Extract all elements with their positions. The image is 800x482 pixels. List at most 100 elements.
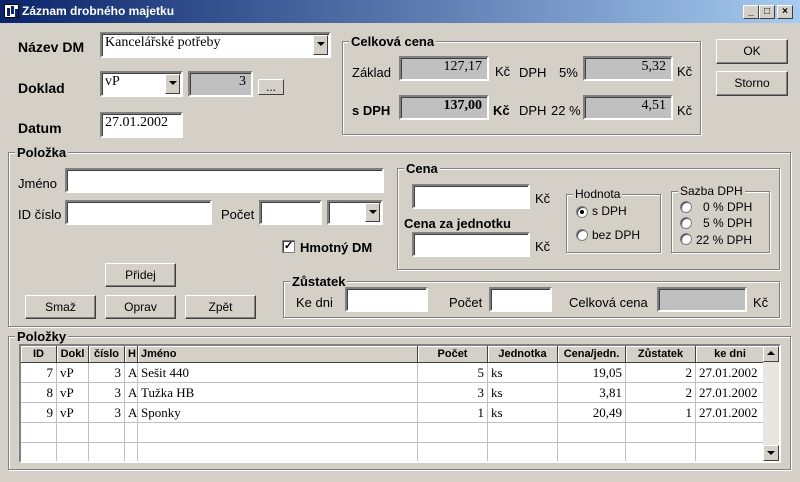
nazev-value: Kancelářské potřeby [105, 35, 221, 50]
table-cell [125, 423, 138, 443]
hodnota-bezdph-radio[interactable] [576, 229, 588, 241]
sazba-5-label: 5 % DPH [703, 216, 753, 230]
hodnota-sdph-label: s DPH [592, 204, 627, 218]
zpet-button[interactable]: Zpět [185, 295, 256, 319]
table-scrollbar[interactable] [763, 346, 779, 461]
sdph-currency: Kč [493, 103, 510, 118]
dph5-field: 5,32 [583, 56, 673, 81]
hmotny-label: Hmotný DM [300, 240, 373, 255]
pocet-field[interactable] [259, 200, 322, 225]
table-cell: A [125, 403, 138, 423]
id-label: ID číslo [18, 207, 62, 222]
table-cell: ks [488, 383, 558, 403]
column-header[interactable]: Dokl [57, 346, 89, 363]
cena-unit-label: Cena za jednotku [404, 216, 511, 231]
doklad-browse-button[interactable]: ... [258, 79, 284, 95]
table-cell [21, 443, 57, 461]
title-bar[interactable]: Záznam drobného majetku _ □ × [0, 0, 800, 23]
table-cell: 3 [89, 383, 125, 403]
table-cell [418, 423, 488, 443]
table-cell: 5 [418, 363, 488, 383]
hodnota-group: Hodnota [566, 187, 661, 253]
pridej-button[interactable]: Přidej [105, 263, 176, 287]
scroll-down-icon[interactable] [763, 445, 779, 461]
column-header[interactable]: Jednotka [488, 346, 558, 363]
table-cell [138, 423, 418, 443]
zustatek-pocet-field[interactable] [489, 287, 552, 312]
smaz-button[interactable]: Smaž [25, 295, 96, 319]
zaklad-currency: Kč [495, 64, 511, 79]
maximize-button[interactable]: □ [759, 5, 775, 19]
table-cell: 2 [626, 383, 696, 403]
items-table-group-label: Položky [15, 329, 69, 344]
sazba-0-radio[interactable] [680, 201, 692, 213]
table-cell: 27.01.2002 [696, 363, 765, 383]
table-cell: Sponky [138, 403, 418, 423]
close-button[interactable]: × [777, 5, 793, 19]
jmeno-field[interactable] [65, 168, 384, 193]
sdph-label: s DPH [352, 103, 391, 118]
sdph-field: 137,00 [399, 95, 489, 120]
table-cell: 8 [21, 383, 57, 403]
doklad-select[interactable]: vP [100, 71, 183, 97]
dph22-currency: Kč [677, 103, 693, 118]
table-cell: 1 [626, 403, 696, 423]
jmeno-label: Jméno [18, 176, 58, 191]
table-cell: 19,05 [558, 363, 626, 383]
chevron-down-icon[interactable] [165, 74, 180, 94]
column-header[interactable]: Počet [418, 346, 488, 363]
cena-field[interactable] [412, 184, 530, 209]
cena-unit-currency: Kč [535, 239, 551, 254]
app-icon [4, 4, 19, 18]
column-header[interactable]: Cena/jedn. [558, 346, 626, 363]
total-price-group-label: Celková cena [349, 34, 437, 49]
celkova-label: Celková cena [569, 295, 648, 310]
column-header[interactable]: H [125, 346, 138, 363]
column-header[interactable]: ID [21, 346, 57, 363]
datum-field[interactable]: 27.01.2002 [100, 112, 183, 138]
ke-dni-field[interactable] [345, 287, 428, 312]
zaklad-label: Základ [352, 65, 392, 80]
id-field[interactable] [65, 200, 212, 225]
hmotny-checkbox[interactable]: ✓ [282, 240, 295, 253]
hodnota-sdph-radio[interactable] [576, 206, 588, 218]
chevron-down-icon[interactable] [313, 35, 328, 55]
table-cell: 27.01.2002 [696, 383, 765, 403]
table-cell: 1 [418, 403, 488, 423]
minimize-button[interactable]: _ [743, 5, 759, 19]
table-cell [488, 443, 558, 461]
unit-select[interactable] [327, 200, 383, 225]
pocet-label: Počet [221, 207, 255, 222]
column-header[interactable]: číslo [89, 346, 125, 363]
dph22-label: DPH [519, 103, 547, 118]
table-cell [57, 423, 89, 443]
storno-button[interactable]: Storno [716, 71, 788, 96]
dph5-rate: 5% [559, 65, 578, 80]
sazba-22-label: 22 % DPH [696, 233, 753, 247]
sazba-5-radio[interactable] [680, 217, 692, 229]
items-table[interactable]: ID Dokl číslo H Jméno Počet Jednotka Cena/jedn.… [19, 344, 781, 463]
column-header[interactable]: Jméno [138, 346, 418, 363]
table-cell [89, 443, 125, 461]
ok-button[interactable]: OK [716, 39, 788, 64]
datum-label: Datum [18, 120, 62, 136]
chevron-down-icon[interactable] [365, 203, 380, 222]
table-cell [21, 423, 57, 443]
celkova-field [657, 287, 747, 312]
hodnota-group-label: Hodnota [573, 187, 623, 201]
table-cell [558, 423, 626, 443]
column-header[interactable]: ke dni [696, 346, 765, 363]
dph22-rate: 22 % [551, 103, 581, 118]
table-cell [626, 443, 696, 461]
table-cell [57, 443, 89, 461]
table-cell: ks [488, 363, 558, 383]
oprav-button[interactable]: Oprav [105, 295, 176, 319]
column-header[interactable]: Zůstatek [626, 346, 696, 363]
scroll-up-icon[interactable] [763, 346, 779, 362]
doklad-number-field[interactable]: 3 [188, 71, 253, 97]
cena-unit-field[interactable] [412, 232, 530, 257]
sazba-22-radio[interactable] [680, 233, 692, 245]
dph5-currency: Kč [677, 64, 693, 79]
nazev-select[interactable]: Kancelářské potřeby [100, 32, 331, 58]
table-cell: 3 [89, 363, 125, 383]
